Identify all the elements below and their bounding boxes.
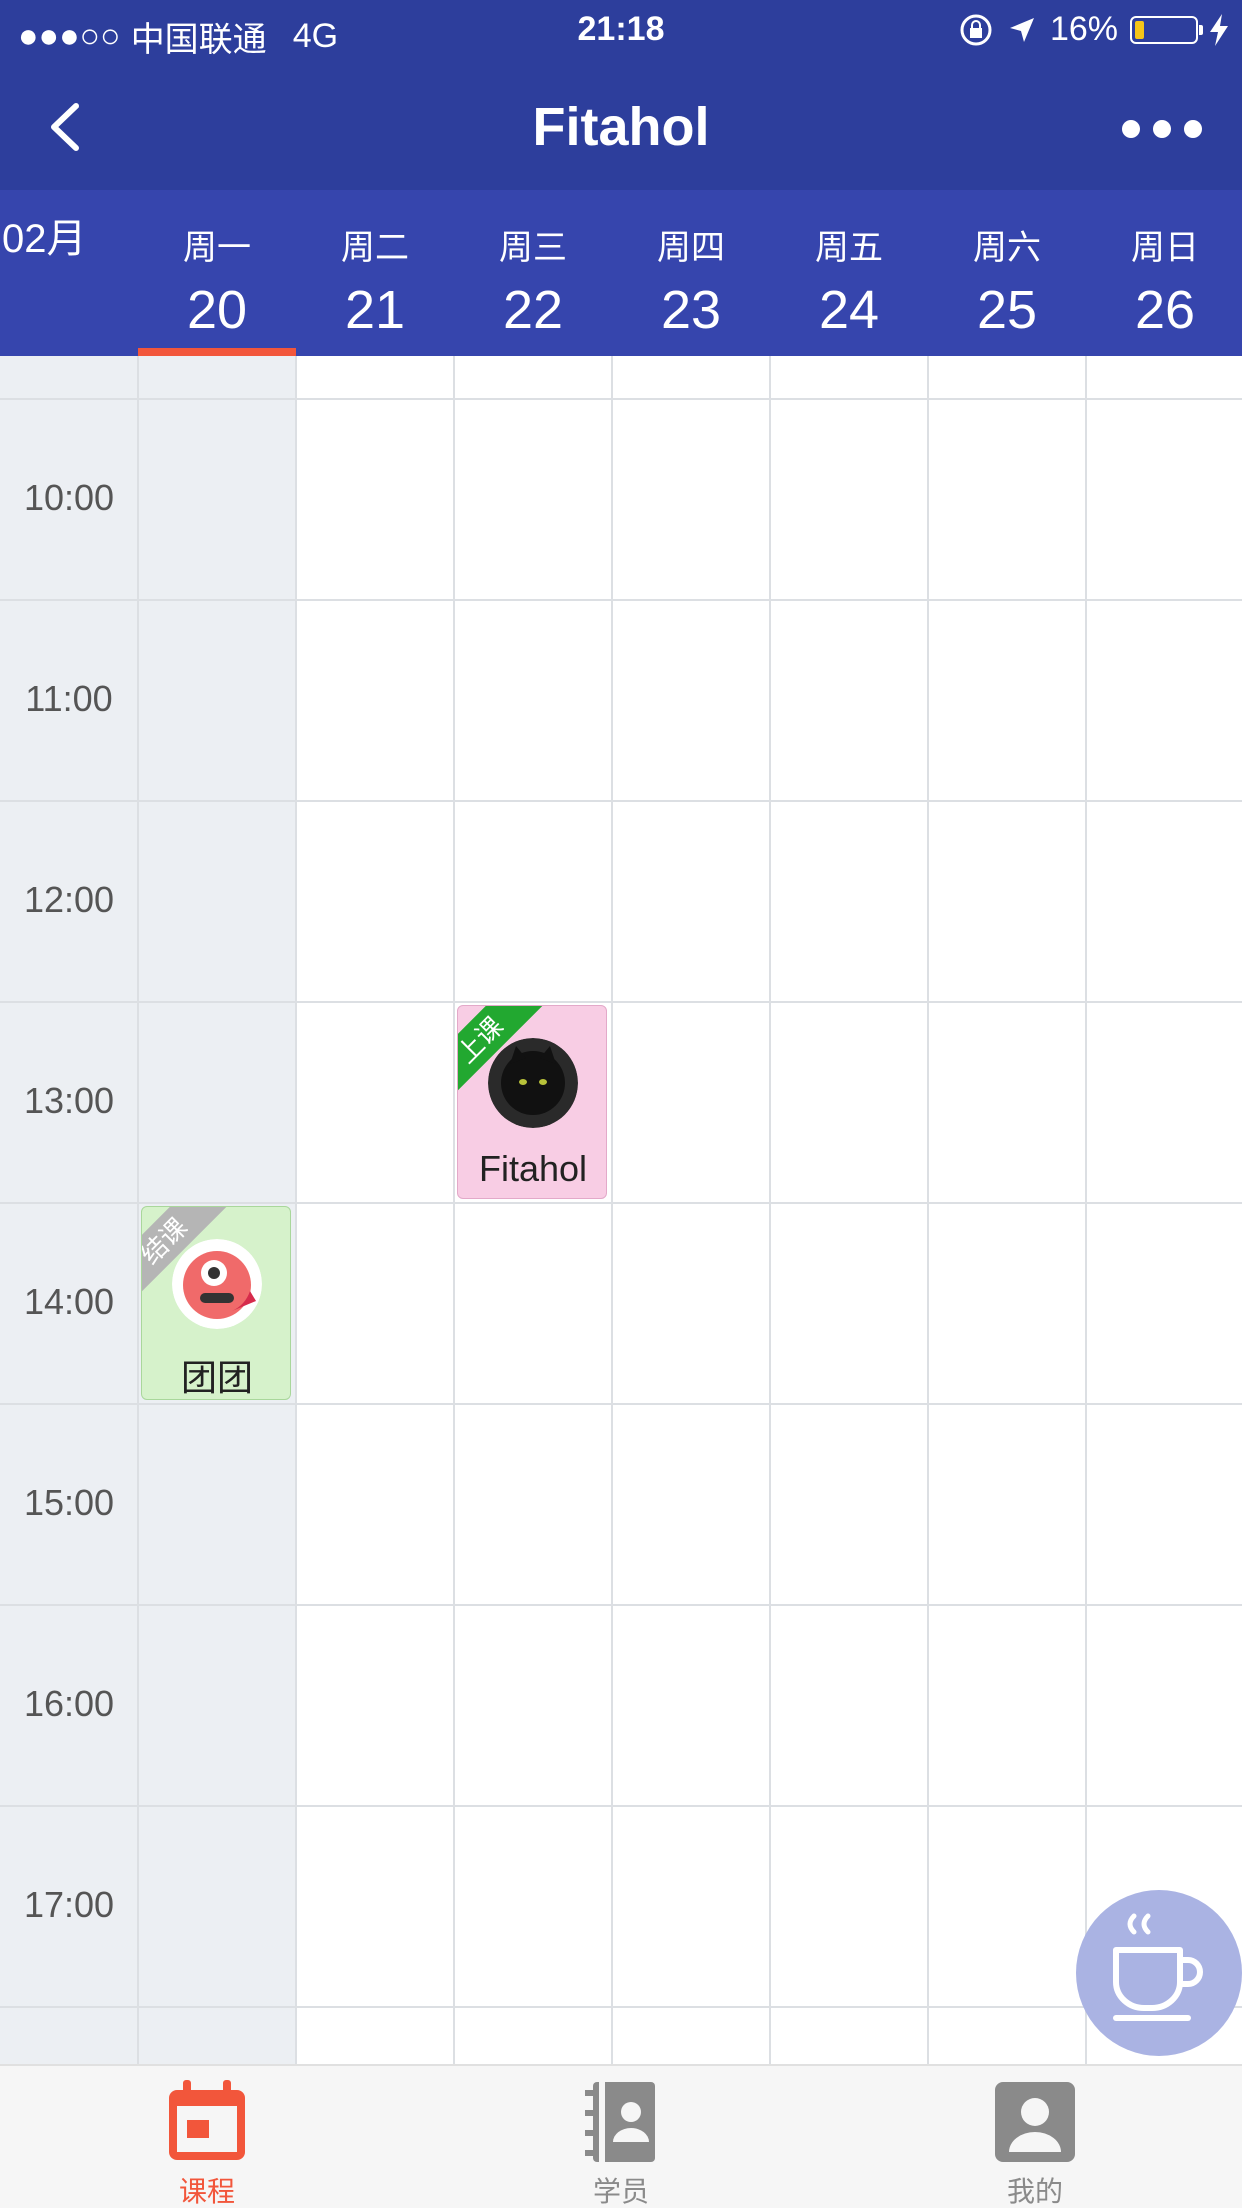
weekday-label: 周一 bbox=[183, 229, 251, 267]
orientation-lock-icon bbox=[960, 14, 992, 45]
grid-column-divider bbox=[137, 356, 139, 2064]
course-card[interactable]: 结课 团团 bbox=[141, 1206, 291, 1400]
status-right: 16% bbox=[958, 10, 1228, 49]
weekday-label: 周四 bbox=[657, 229, 725, 267]
day-header-4[interactable]: 周五 24 bbox=[770, 190, 928, 356]
weekday-label: 周六 bbox=[973, 229, 1041, 267]
week-header: 02月 周一 20 周二 21 周三 22 周四 23 周五 24 周六 25 周日 26 bbox=[0, 190, 1242, 356]
day-header-2[interactable]: 周三 22 bbox=[454, 190, 612, 356]
time-column bbox=[0, 356, 138, 2064]
grid-row-divider bbox=[0, 1604, 1242, 1606]
weekday-label: 周二 bbox=[341, 229, 409, 267]
grid-column-divider bbox=[295, 356, 297, 2064]
day-header-3[interactable]: 周四 23 bbox=[612, 190, 770, 356]
calendar-icon bbox=[169, 2080, 245, 2160]
date-number: 20 bbox=[186, 280, 248, 340]
grid-row-divider bbox=[0, 1403, 1242, 1405]
weekday-label: 周五 bbox=[815, 229, 883, 267]
weekday-label: 周三 bbox=[499, 229, 567, 267]
time-label: 11:00 bbox=[25, 678, 113, 719]
date-number: 21 bbox=[344, 280, 406, 340]
tab-students[interactable]: 学员 bbox=[521, 2076, 721, 2210]
page-title: Fitahol bbox=[532, 97, 710, 157]
time-label: 13:00 bbox=[23, 1080, 115, 1121]
grid-column-divider bbox=[611, 356, 613, 2064]
grid-column-divider bbox=[927, 356, 929, 2064]
grid-row-divider bbox=[0, 1202, 1242, 1204]
tab-mine-label: 我的 bbox=[1006, 2176, 1063, 2207]
grid-column-divider bbox=[453, 356, 455, 2064]
tab-bar: 课程 学员 我的 bbox=[0, 2064, 1242, 2208]
date-number: 24 bbox=[818, 280, 880, 340]
tab-mine[interactable]: 我的 bbox=[935, 2076, 1135, 2210]
tab-courses[interactable]: 课程 bbox=[107, 2076, 307, 2210]
day-header-0[interactable]: 周一 20 bbox=[138, 190, 296, 356]
date-number: 25 bbox=[976, 280, 1038, 340]
grid-row-divider bbox=[0, 398, 1242, 400]
day-header-5[interactable]: 周六 25 bbox=[928, 190, 1086, 356]
date-number: 23 bbox=[660, 280, 722, 340]
tab-courses-label: 课程 bbox=[178, 2176, 235, 2207]
day-header-1[interactable]: 周二 21 bbox=[296, 190, 454, 356]
time-label: 16:00 bbox=[23, 1683, 115, 1724]
avatar bbox=[488, 1038, 578, 1128]
navigation-bar: Fitahol bbox=[0, 64, 1242, 190]
time-label: 14:00 bbox=[23, 1281, 115, 1322]
month-label: 02月 bbox=[2, 217, 87, 261]
more-dots-icon[interactable] bbox=[1122, 104, 1202, 154]
status-bar: ●●●○○ 中国联通 4G 21:18 16% bbox=[0, 0, 1242, 64]
time-label: 17:00 bbox=[23, 1884, 115, 1925]
grid-row-divider bbox=[0, 1001, 1242, 1003]
coffee-cup-icon bbox=[1113, 1913, 1203, 2021]
battery-icon bbox=[1130, 15, 1203, 44]
grid-row-divider bbox=[0, 1805, 1242, 1807]
date-number: 22 bbox=[502, 280, 564, 340]
day-header-6[interactable]: 周日 26 bbox=[1086, 190, 1242, 356]
avatar bbox=[172, 1239, 262, 1329]
course-card[interactable]: 上课 Fitahol bbox=[457, 1005, 607, 1199]
coffee-cup-button[interactable] bbox=[1076, 1890, 1242, 2056]
tab-students-label: 学员 bbox=[592, 2176, 649, 2207]
battery-percent: 16% bbox=[1049, 10, 1118, 48]
grid-column-divider bbox=[769, 356, 771, 2064]
grid-row-divider bbox=[0, 800, 1242, 802]
weekday-label: 周日 bbox=[1131, 229, 1199, 267]
course-name: 团团 bbox=[180, 1357, 253, 1398]
grid-row-divider bbox=[0, 2006, 1242, 2008]
time-label: 10:00 bbox=[23, 477, 115, 518]
course-name: Fitahol bbox=[478, 1148, 588, 1189]
location-arrow-icon bbox=[1009, 17, 1034, 42]
date-number: 26 bbox=[1134, 280, 1196, 340]
schedule-grid: 10:00 11:00 12:00 13:00 14:00 15:00 16:00 17:00… bbox=[0, 356, 1242, 2064]
grid-row-divider bbox=[0, 599, 1242, 601]
charging-bolt-icon bbox=[1210, 13, 1228, 46]
contacts-book-icon bbox=[585, 2082, 655, 2162]
grid-column-divider bbox=[1085, 356, 1087, 2064]
time-label: 15:00 bbox=[23, 1482, 115, 1523]
time-label: 12:00 bbox=[23, 879, 115, 920]
profile-icon bbox=[995, 2082, 1075, 2162]
